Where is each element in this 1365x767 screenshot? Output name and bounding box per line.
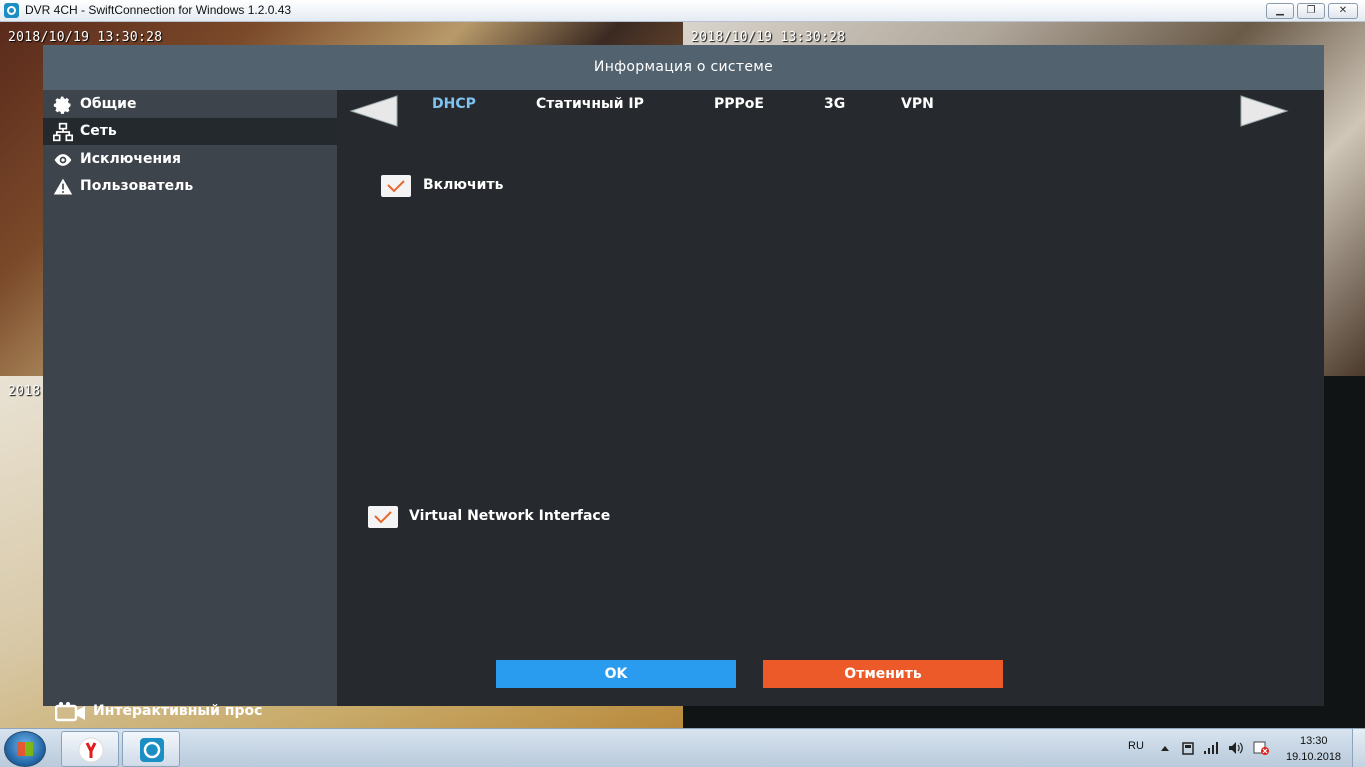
tab-vpn[interactable]: VPN (901, 96, 934, 112)
settings-sidebar: Общие Сеть Исключения Пользователь Интер… (43, 90, 337, 722)
tab-3g[interactable]: 3G (824, 96, 845, 112)
taskbar-app-swiftconnection[interactable] (122, 731, 180, 767)
device-icon[interactable] (1180, 741, 1196, 755)
action-center-icon[interactable] (1253, 741, 1269, 755)
sidebar-item-label: Интерактивный прос (93, 703, 263, 719)
dialog-title: Информация о системе (593, 59, 774, 75)
sidebar-item-general[interactable]: Общие (43, 91, 337, 118)
maximize-button[interactable]: ❐ (1297, 3, 1325, 19)
clock-date[interactable]: 19.10.2018 (1286, 751, 1341, 763)
tab-dhcp[interactable]: DHCP (432, 96, 476, 112)
sidebar-item-live-view[interactable]: Интерактивный прос (43, 698, 337, 728)
network-icon (53, 122, 73, 142)
minimize-button[interactable]: ▁ (1266, 3, 1294, 19)
window-title-bar: DVR 4CH - SwiftConnection for Windows 1.… (0, 0, 1365, 22)
enable-dhcp-checkbox[interactable] (381, 175, 411, 197)
camera-timestamp: 2018 (8, 384, 41, 399)
eye-icon (54, 154, 72, 166)
checkmark-icon (374, 511, 392, 524)
cancel-button[interactable]: Отменить (763, 660, 1003, 688)
app-icon (4, 3, 19, 18)
tab-prev-arrow-icon[interactable] (349, 94, 399, 128)
language-indicator[interactable]: RU (1128, 740, 1144, 752)
warning-icon (53, 178, 73, 195)
enable-dhcp-label: Включить (423, 177, 504, 193)
dialog-header: Информация о системе (43, 45, 1324, 90)
show-hidden-icons-icon[interactable] (1157, 741, 1173, 755)
close-button[interactable]: ✕ (1328, 3, 1358, 19)
virtual-network-interface-checkbox[interactable] (368, 506, 398, 528)
taskbar-app-yandex[interactable] (61, 731, 119, 767)
start-button[interactable] (4, 731, 46, 767)
yandex-browser-icon (78, 737, 104, 763)
checkmark-icon (387, 180, 405, 193)
sidebar-item-label: Исключения (80, 151, 181, 167)
camera-timestamp: 2018/10/19 13:30:28 (691, 30, 846, 45)
tab-static-ip[interactable]: Статичный IP (536, 96, 644, 112)
window-title: DVR 4CH - SwiftConnection for Windows 1.… (25, 3, 292, 17)
taskbar: RU 13:30 19.10.2018 (0, 728, 1365, 767)
sidebar-item-exceptions[interactable]: Исключения (43, 146, 337, 173)
network-settings-panel: DHCP Статичный IP PPPoE 3G VPN Включить … (337, 90, 1324, 706)
tab-pppoe[interactable]: PPPoE (714, 96, 764, 112)
sidebar-item-network[interactable]: Сеть (43, 118, 337, 145)
video-camera-icon (55, 702, 85, 722)
system-info-dialog: Информация о системе Общие Сеть Исключен… (43, 45, 1324, 722)
sidebar-item-label: Сеть (80, 123, 117, 139)
sidebar-item-label: Общие (80, 96, 137, 112)
sidebar-item-user[interactable]: Пользователь (43, 173, 337, 200)
clock-time[interactable]: 13:30 (1300, 735, 1328, 747)
sidebar-item-label: Пользователь (80, 178, 194, 194)
signal-icon[interactable] (1203, 741, 1219, 755)
tab-next-arrow-icon[interactable] (1239, 94, 1289, 128)
show-desktop-button[interactable] (1352, 729, 1365, 767)
virtual-network-interface-label: Virtual Network Interface (409, 508, 611, 524)
swiftconnection-icon (140, 738, 164, 762)
volume-icon[interactable] (1228, 741, 1244, 755)
gear-icon (53, 96, 71, 114)
camera-timestamp: 2018/10/19 13:30:28 (8, 30, 163, 45)
ok-button[interactable]: OK (496, 660, 736, 688)
